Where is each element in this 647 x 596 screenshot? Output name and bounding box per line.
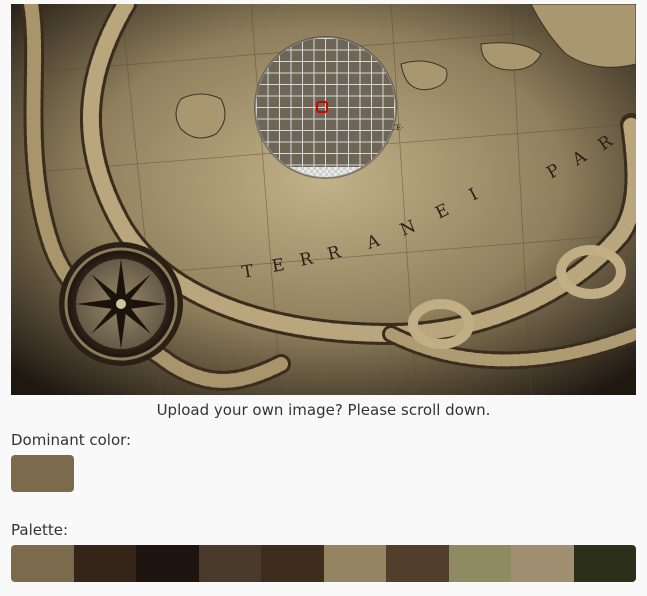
transparent-area [256,167,395,177]
palette-swatch[interactable] [73,545,136,582]
palette-swatch[interactable] [323,545,386,582]
palette-swatch[interactable] [198,545,261,582]
magnifier-loupe [255,37,396,178]
upload-hint: Upload your own image? Please scroll dow… [156,401,491,419]
compass-image [59,242,183,366]
palette-label: Palette: [11,521,69,539]
source-image[interactable]: T E R R A N E I P A R ·CCE· [11,4,636,395]
palette-swatch[interactable] [386,545,449,582]
dominant-color-swatch[interactable] [11,455,74,492]
pixel-cursor [316,101,328,113]
palette-swatch[interactable] [261,545,324,582]
palette-strip [11,545,636,582]
palette-swatch[interactable] [11,545,74,582]
palette-swatch[interactable] [448,545,511,582]
dominant-color-label: Dominant color: [11,431,132,449]
palette-swatch[interactable] [136,545,199,582]
palette-swatch[interactable] [511,545,574,582]
palette-swatch[interactable] [573,545,636,582]
